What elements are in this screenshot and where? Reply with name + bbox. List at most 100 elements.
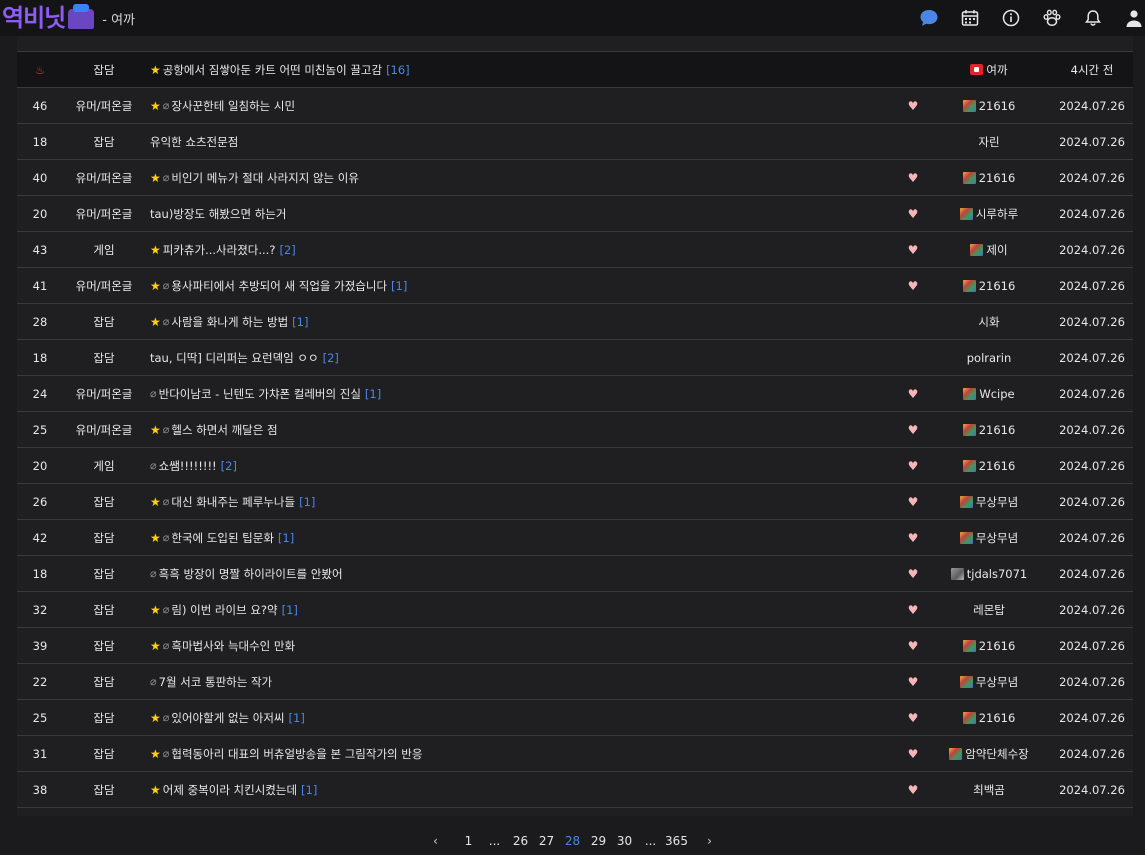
post-author[interactable]: 21616: [922, 99, 1056, 113]
post-author[interactable]: polrarin: [922, 351, 1056, 365]
calendar-icon[interactable]: [959, 7, 981, 29]
post-row[interactable]: 46 유머/퍼온글 ★ ⌀ 장사꾼한테 일침하는 시민 ♥ 21616 2024.07.26: [17, 88, 1133, 124]
post-author[interactable]: 21616: [922, 711, 1056, 725]
post-title[interactable]: 반다이남코 - 닌텐도 가챠폰 컬레버의 진실: [159, 386, 361, 402]
author-name[interactable]: 21616: [979, 279, 1016, 293]
comment-count[interactable]: [1]: [365, 387, 381, 401]
info-icon[interactable]: [1000, 7, 1022, 29]
post-row[interactable]: 22 잡담 ⌀ 7월 서코 통판하는 작가 ♥ 무상무념 2024.07.26: [17, 664, 1133, 700]
bell-icon[interactable]: [1082, 7, 1104, 29]
comment-count[interactable]: [1]: [391, 279, 407, 293]
post-row[interactable]: 43 게임 ★ 피카츄가...사라졌다...? [2] ♥ 제이 2024.07.26: [17, 232, 1133, 268]
post-author[interactable]: 여까: [922, 62, 1056, 78]
page-link[interactable]: 26: [508, 834, 534, 848]
user-icon[interactable]: [1123, 7, 1145, 29]
post-title[interactable]: 한국에 도입된 팁문화: [171, 530, 274, 546]
post-title[interactable]: tau, 디딱] 디리퍼는 요런뎩임 ㅇㅇ: [150, 350, 319, 366]
post-title-cell[interactable]: ⌀ 반다이남코 - 닌텐도 가챠폰 컬레버의 진실 [1]: [150, 386, 900, 402]
post-title[interactable]: 피카츄가...사라졌다...?: [163, 242, 276, 258]
chat-bubble-icon[interactable]: [918, 7, 940, 29]
post-row[interactable]: 39 잡담 ★ ⌀ 흑마법사와 늑대수인 만화 ♥ 21616 2024.07.26: [17, 628, 1133, 664]
post-author[interactable]: Wcipe: [922, 387, 1056, 401]
site-logo[interactable]: 역비닛: [2, 0, 95, 36]
author-name[interactable]: 21616: [979, 171, 1016, 185]
post-title[interactable]: 7월 서코 통판하는 작가: [159, 674, 273, 690]
board-name[interactable]: - 여까: [102, 9, 135, 28]
post-title-cell[interactable]: ★ ⌀ 용사파티에서 추방되어 새 직업을 가졌습니다 [1]: [150, 278, 900, 294]
post-title-cell[interactable]: ★ ⌀ 헬스 하면서 깨달은 점: [150, 422, 900, 438]
post-author[interactable]: 자린: [922, 134, 1056, 150]
comment-count[interactable]: [1]: [278, 531, 294, 545]
author-name[interactable]: 무상무념: [976, 494, 1018, 510]
post-title[interactable]: tau)방장도 해봤으면 하는거: [150, 206, 286, 222]
page-link[interactable]: 1: [456, 834, 482, 848]
post-title[interactable]: 어제 중복이라 치킨시켰는데: [163, 782, 297, 798]
comment-count[interactable]: [16]: [386, 63, 410, 77]
post-author[interactable]: 21616: [922, 639, 1056, 653]
post-row[interactable]: 41 유머/퍼온글 ★ ⌀ 용사파티에서 추방되어 새 직업을 가졌습니다 [1] ♥ 216…: [17, 268, 1133, 304]
post-row[interactable]: 20 유머/퍼온글 tau)방장도 해봤으면 하는거 ♥ 시루하루 2024.07.26: [17, 196, 1133, 232]
post-row[interactable]: 28 잡담 ★ ⌀ 사람을 화나게 하는 방법 [1] 시화 2024.07.26: [17, 304, 1133, 340]
post-title-cell[interactable]: ★ 피카츄가...사라졌다...? [2]: [150, 242, 900, 258]
comment-count[interactable]: [1]: [292, 315, 308, 329]
post-author[interactable]: 최백곰: [922, 782, 1056, 798]
post-row[interactable]: 42 잡담 ★ ⌀ 한국에 도입된 팁문화 [1] ♥ 무상무념 2024.07.26: [17, 520, 1133, 556]
page-link[interactable]: 27: [534, 834, 560, 848]
post-author[interactable]: 시루하루: [922, 206, 1056, 222]
author-name[interactable]: tjdals7071: [967, 567, 1028, 581]
post-author[interactable]: 무상무념: [922, 494, 1056, 510]
author-name[interactable]: 시루하루: [976, 206, 1018, 222]
post-title-cell[interactable]: ★ 어제 중복이라 치킨시켰는데 [1]: [150, 782, 900, 798]
post-row[interactable]: 18 잡담 tau, 디딱] 디리퍼는 요런뎩임 ㅇㅇ [2] polrarin 2024…: [17, 340, 1133, 376]
post-title[interactable]: 쇼쌤!!!!!!!!: [159, 458, 217, 474]
post-title-cell[interactable]: ⌀ 흑흑 방장이 명짤 하이라이트를 안봤어: [150, 566, 900, 582]
post-title[interactable]: 있어야할게 없는 아저씨: [171, 710, 284, 726]
author-name[interactable]: 21616: [979, 459, 1016, 473]
post-row[interactable]: 20 게임 ⌀ 쇼쌤!!!!!!!! [2] ♥ 21616 2024.07.26: [17, 448, 1133, 484]
author-name[interactable]: 제이: [986, 242, 1007, 258]
post-title-cell[interactable]: tau)방장도 해봤으면 하는거: [150, 206, 900, 222]
post-author[interactable]: 무상무념: [922, 530, 1056, 546]
comment-count[interactable]: [2]: [221, 459, 237, 473]
author-name[interactable]: 자린: [978, 134, 999, 150]
post-title-cell[interactable]: ★ 공항에서 짐쌓아둔 카트 어떤 미친놈이 끌고감 [16]: [150, 62, 900, 78]
post-title-cell[interactable]: ★ ⌀ 비인기 메뉴가 절대 사라지지 않는 이유: [150, 170, 900, 186]
post-row[interactable]: 32 잡담 ★ ⌀ 림) 이번 라이브 요?약 [1] ♥ 레몬탑 2024.07.26: [17, 592, 1133, 628]
post-title[interactable]: 흑마법사와 늑대수인 만화: [171, 638, 295, 654]
author-name[interactable]: 21616: [979, 423, 1016, 437]
page-link[interactable]: 28: [560, 834, 586, 848]
post-title[interactable]: 헬스 하면서 깨달은 점: [171, 422, 277, 438]
post-row[interactable]: 25 유머/퍼온글 ★ ⌀ 헬스 하면서 깨달은 점 ♥ 21616 2024.07.26: [17, 412, 1133, 448]
author-name[interactable]: 무상무념: [976, 530, 1018, 546]
post-row[interactable]: 40 유머/퍼온글 ★ ⌀ 비인기 메뉴가 절대 사라지지 않는 이유 ♥ 21616 202…: [17, 160, 1133, 196]
post-author[interactable]: 무상무념: [922, 674, 1056, 690]
author-name[interactable]: 21616: [979, 711, 1016, 725]
author-name[interactable]: 여까: [986, 62, 1007, 78]
post-title[interactable]: 장사꾼한테 일침하는 시민: [171, 98, 295, 114]
author-name[interactable]: 최백곰: [973, 782, 1005, 798]
post-row[interactable]: 18 잡담 유익한 쇼츠전문점 자린 2024.07.26: [17, 124, 1133, 160]
author-name[interactable]: 시화: [978, 314, 999, 330]
post-author[interactable]: 레몬탑: [922, 602, 1056, 618]
post-title[interactable]: 사람을 화나게 하는 방법: [171, 314, 288, 330]
author-name[interactable]: polrarin: [967, 351, 1012, 365]
post-title[interactable]: 비인기 메뉴가 절대 사라지지 않는 이유: [171, 170, 359, 186]
page-link[interactable]: 30: [612, 834, 638, 848]
post-row[interactable]: 24 유머/퍼온글 ⌀ 반다이남코 - 닌텐도 가챠폰 컬레버의 진실 [1] ♥ Wcip…: [17, 376, 1133, 412]
post-title-cell[interactable]: ★ ⌀ 있어야할게 없는 아저씨 [1]: [150, 710, 900, 726]
comment-count[interactable]: [2]: [323, 351, 339, 365]
post-author[interactable]: 21616: [922, 423, 1056, 437]
post-title[interactable]: 협력동아리 대표의 버츄얼방송을 본 그림작가의 반응: [171, 746, 422, 762]
post-row[interactable]: 25 잡담 ★ ⌀ 있어야할게 없는 아저씨 [1] ♥ 21616 2024.07.26: [17, 700, 1133, 736]
author-name[interactable]: 무상무념: [976, 674, 1018, 690]
prev-page-button[interactable]: ‹: [416, 834, 456, 848]
page-link[interactable]: 365: [664, 834, 690, 848]
comment-count[interactable]: [1]: [282, 603, 298, 617]
post-title[interactable]: 흑흑 방장이 명짤 하이라이트를 안봤어: [159, 566, 343, 582]
author-name[interactable]: 암약단체수장: [965, 746, 1028, 762]
post-author[interactable]: 21616: [922, 459, 1056, 473]
hot-post-row[interactable]: ♨ 잡담 ★ 공항에서 짐쌓아둔 카트 어떤 미친놈이 끌고감 [16] 여까 …: [17, 52, 1133, 88]
author-name[interactable]: 레몬탑: [973, 602, 1005, 618]
post-row[interactable]: 26 잡담 ★ ⌀ 대신 화내주는 페루누나들 [1] ♥ 무상무념 2024.07.26: [17, 484, 1133, 520]
post-author[interactable]: 제이: [922, 242, 1056, 258]
